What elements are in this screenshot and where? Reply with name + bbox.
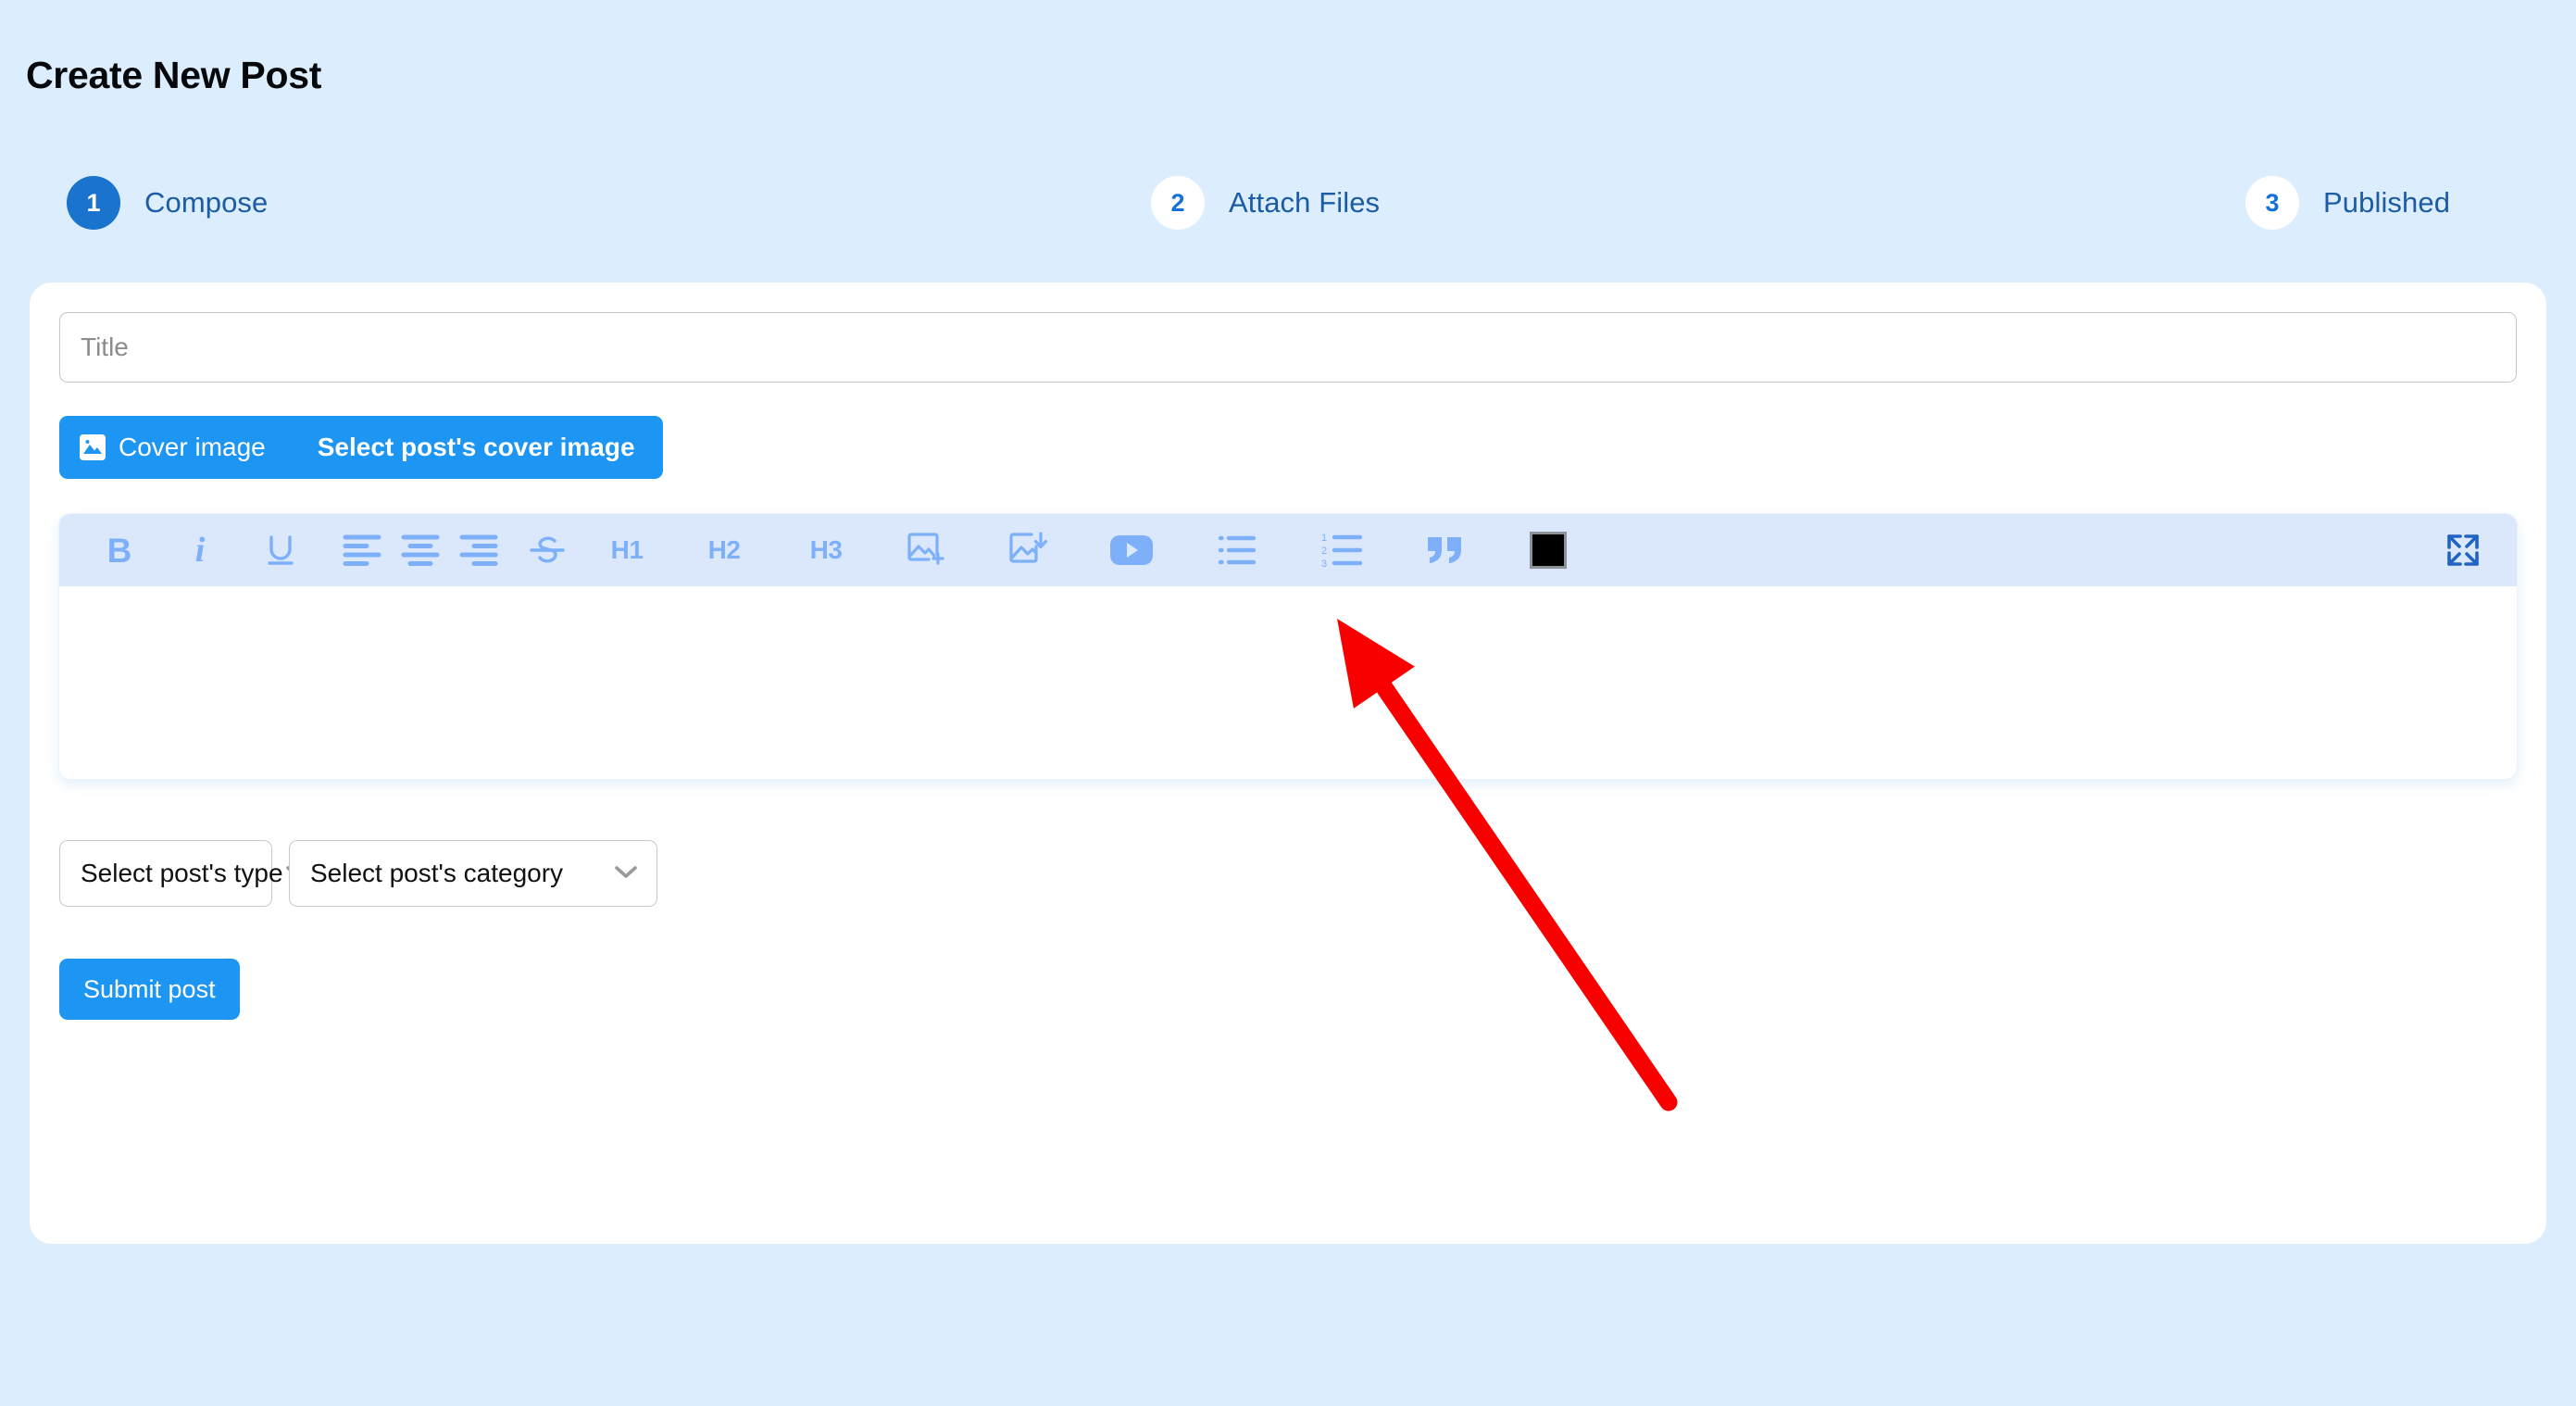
heading-2-glyph: H2 <box>707 535 741 564</box>
fullscreen-icon[interactable] <box>2435 514 2491 586</box>
numbered-list-digit-1: 1 <box>1321 533 1327 544</box>
compose-card: Cover image Select post's cover image B … <box>30 282 2546 1244</box>
select-cover-image-button[interactable]: Cover image Select post's cover image <box>59 416 663 479</box>
step-label: Compose <box>144 186 269 219</box>
heading-1-icon[interactable]: H1 <box>594 514 659 586</box>
heading-3-glyph: H3 <box>809 535 843 564</box>
add-image-icon[interactable] <box>893 514 956 586</box>
post-title-input[interactable] <box>59 312 2517 383</box>
rich-text-editor: B i H1 H2 H3 1 2 3 <box>59 514 2517 779</box>
submit-post-button[interactable]: Submit post <box>59 959 240 1020</box>
italic-icon[interactable]: i <box>173 514 227 586</box>
stepper-step-published[interactable]: 3 Published <box>2245 176 2450 230</box>
underline-icon[interactable] <box>254 514 307 586</box>
align-right-icon[interactable] <box>449 514 508 586</box>
stepper-step-attach-files[interactable]: 2 Attach Files <box>1151 176 1380 230</box>
bold-icon[interactable]: B <box>93 514 146 586</box>
bulleted-list-icon[interactable] <box>1206 514 1269 586</box>
align-center-icon[interactable] <box>391 514 450 586</box>
blockquote-icon[interactable] <box>1414 514 1477 586</box>
color-swatch-preview <box>1530 532 1567 569</box>
page-title: Create New Post <box>26 54 322 96</box>
image-icon <box>80 434 106 460</box>
heading-3-icon[interactable]: H3 <box>794 514 858 586</box>
step-number-badge: 3 <box>2245 176 2299 230</box>
chevron-down-icon <box>612 862 640 885</box>
embed-video-icon[interactable] <box>1100 514 1163 586</box>
create-post-page: Create New Post 1 Compose 2 Attach Files… <box>0 0 2576 1406</box>
bold-glyph: B <box>106 531 132 570</box>
cover-image-label: Cover image <box>119 433 266 461</box>
step-label: Published <box>2323 186 2451 219</box>
strikethrough-icon[interactable] <box>518 514 577 586</box>
editor-toolbar: B i H1 H2 H3 1 2 3 <box>59 514 2517 586</box>
post-type-select[interactable]: Select post's type <box>59 840 308 907</box>
step-number-badge: 2 <box>1151 176 1205 230</box>
heading-1-glyph: H1 <box>610 535 644 564</box>
post-type-selected-label: Select post's type <box>81 859 283 887</box>
text-color-swatch[interactable] <box>1520 514 1576 586</box>
numbered-list-digit-3: 3 <box>1321 559 1327 569</box>
editor-content-area[interactable] <box>59 586 2517 779</box>
step-label: Attach Files <box>1229 186 1381 219</box>
numbered-list-icon[interactable]: 1 2 3 <box>1310 514 1373 586</box>
post-category-selected-label: Select post's category <box>310 859 564 887</box>
stepper-step-compose[interactable]: 1 Compose <box>67 176 268 230</box>
numbered-list-digit-2: 2 <box>1321 546 1327 557</box>
post-category-select[interactable]: Select post's category <box>289 840 657 907</box>
heading-2-icon[interactable]: H2 <box>692 514 757 586</box>
stepper: 1 Compose 2 Attach Files 3 Published <box>0 176 2576 269</box>
cover-image-action-label: Select post's cover image <box>317 433 635 461</box>
upload-image-icon[interactable] <box>994 514 1057 586</box>
align-left-icon[interactable] <box>332 514 392 586</box>
italic-glyph: i <box>194 531 206 570</box>
step-number-badge: 1 <box>67 176 120 230</box>
